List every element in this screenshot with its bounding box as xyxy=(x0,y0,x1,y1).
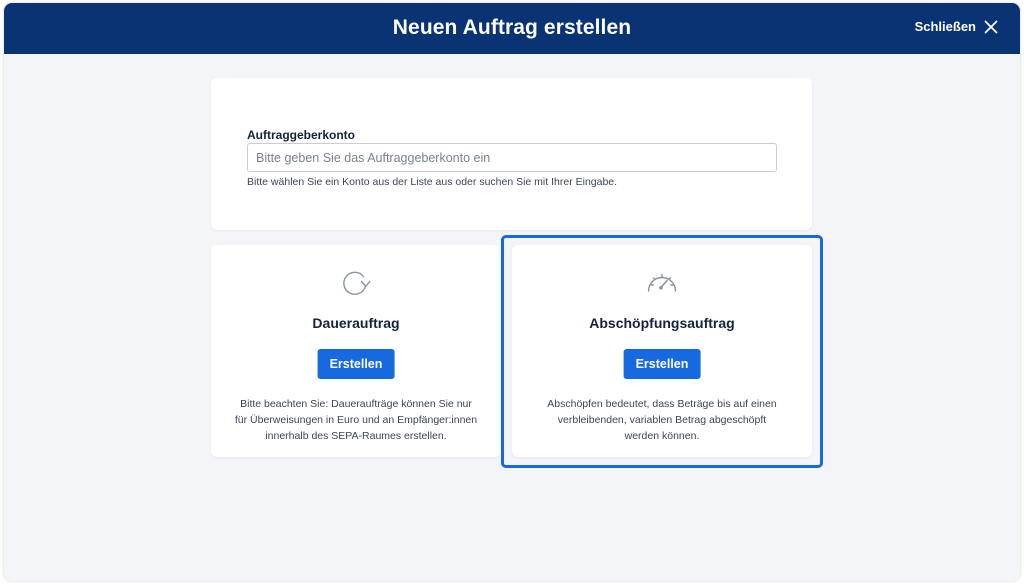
description-line: werden können. xyxy=(624,430,700,442)
account-label: Auftraggeberkonto xyxy=(247,128,355,142)
option-card-dauerauftrag[interactable]: Dauerauftrag Erstellen Bitte beachten Si… xyxy=(211,245,501,457)
gauge-icon xyxy=(647,273,677,292)
description-line: Abschöpfen bedeutet, dass Beträge bis au… xyxy=(547,398,777,410)
close-label: Schließen xyxy=(914,19,976,34)
option-description: Abschöpfen bedeutet, dass Beträge bis au… xyxy=(524,396,800,444)
option-title: Abschöpfungsauftrag xyxy=(589,315,735,331)
description-line: verbleibenden, variablen Betrag abgeschö… xyxy=(557,414,767,426)
dialog-title: Neuen Auftrag erstellen xyxy=(392,16,632,39)
account-card: Auftraggeberkonto Bitte wählen Sie ein K… xyxy=(211,78,812,230)
refresh-icon xyxy=(343,271,371,295)
dialog-window: Neuen Auftrag erstellen Schließen Auftra… xyxy=(4,3,1020,581)
account-input[interactable] xyxy=(247,143,777,172)
description-line: innerhalb des SEPA-Raumes erstellen. xyxy=(265,430,447,442)
description-line: Bitte beachten Sie: Daueraufträge können… xyxy=(240,398,472,410)
account-hint: Bitte wählen Sie ein Konto aus der Liste… xyxy=(247,176,618,188)
close-button[interactable]: Schließen xyxy=(915,19,998,34)
option-card-abschoepfungsauftrag[interactable]: Abschöpfungsauftrag Erstellen Abschöpfen… xyxy=(512,245,812,457)
description-line: für Überweisungen in Euro und an Empfäng… xyxy=(234,414,478,426)
close-icon xyxy=(984,20,998,33)
dialog-header: Neuen Auftrag erstellen Schließen xyxy=(4,3,1020,54)
option-description: Bitte beachten Sie: Daueraufträge können… xyxy=(223,396,489,444)
create-dauerauftrag-button[interactable]: Erstellen xyxy=(317,349,395,379)
create-abschoepfungsauftrag-button[interactable]: Erstellen xyxy=(623,349,701,379)
option-title: Dauerauftrag xyxy=(312,315,400,331)
